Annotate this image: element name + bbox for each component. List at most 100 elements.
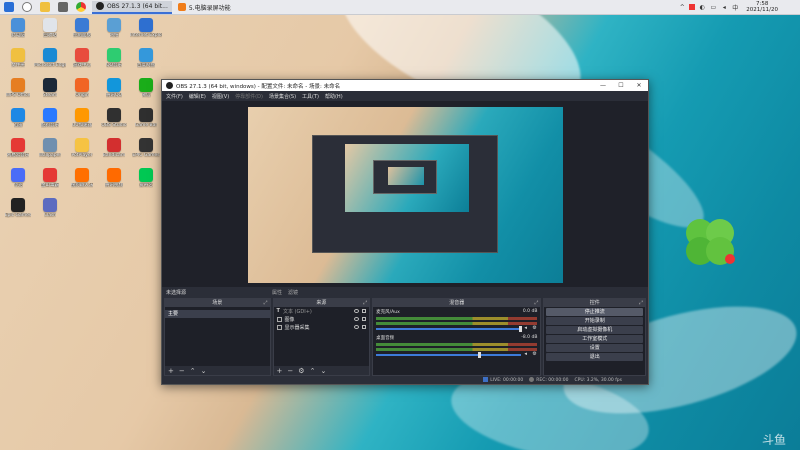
settings-icon[interactable] [54, 0, 72, 15]
lock-icon[interactable] [362, 309, 367, 313]
maximize-button[interactable]: ☐ [612, 82, 630, 89]
volume-icon[interactable]: ◂ [720, 3, 728, 11]
desktop-icon[interactable]: 控制面板 [66, 18, 98, 38]
visibility-icon[interactable] [354, 309, 360, 313]
menu-help[interactable]: 帮助(H) [325, 93, 343, 100]
desktop-icon[interactable]: Origin [66, 78, 98, 98]
desktop-icon[interactable]: Game Bar [130, 108, 162, 128]
mixer-1-knob[interactable] [477, 351, 481, 358]
desktop-icon[interactable]: 腾讯QQ [98, 78, 130, 98]
taskbar-task-obs[interactable]: OBS 27.1.3 (64 bit... [92, 0, 172, 14]
source-item-display[interactable]: 显示器采集 [274, 323, 370, 331]
desktop-icon[interactable]: 此电脑 [2, 18, 34, 38]
desktop-icon[interactable]: OBS Studio [98, 108, 130, 128]
window-titlebar[interactable]: OBS 27.1.3 (64 bit, windows) - 配置文件: 未命名… [162, 80, 648, 91]
desktop-icon[interactable]: 酷狗音乐 [34, 108, 66, 128]
desktop-icon[interactable]: 爱奇艺 [130, 168, 162, 188]
desktop-icon-label: Internet Explorer [130, 33, 162, 38]
chevron-up-icon[interactable]: ^ [678, 3, 686, 11]
preview-area[interactable] [162, 101, 648, 287]
desktop-icon[interactable]: WPS Office [2, 78, 34, 98]
tray-app-icon[interactable]: ◐ [698, 3, 706, 11]
gear-icon[interactable]: ⚙ [532, 352, 537, 357]
desktop-icon[interactable]: 迅雷 [2, 108, 34, 128]
move-down-icon[interactable]: ⌄ [201, 367, 207, 375]
source-item-image[interactable]: 图像 [274, 315, 370, 323]
remove-icon[interactable]: − [287, 367, 293, 375]
settings-button[interactable]: 设置 [546, 344, 643, 352]
desktop-icon[interactable]: Wallpaper [34, 138, 66, 158]
speaker-icon[interactable]: ◂ [524, 326, 529, 331]
filters-button[interactable]: 滤镜 [288, 289, 298, 296]
move-down-icon[interactable]: ⌄ [320, 367, 326, 375]
desktop-icon[interactable]: EPIC Games [130, 138, 162, 158]
desktop-icon-label: 迅雷 [13, 123, 23, 128]
network-icon[interactable]: ▭ [709, 3, 717, 11]
menu-edit[interactable]: 编辑(E) [189, 93, 206, 100]
desktop-icon[interactable]: Epic Games [2, 198, 34, 218]
desktop-icon[interactable]: 腾讯视频 [98, 168, 130, 188]
minimize-button[interactable]: — [594, 82, 612, 89]
add-icon[interactable]: + [168, 367, 174, 375]
status-bar: LIVE: 00:00:00 REC: 00:00:00 CPU: 3.2%, … [162, 376, 648, 384]
stop-streaming-button[interactable]: 停止推流 [546, 308, 643, 316]
desktop-icon[interactable]: Internet Explorer [130, 18, 162, 38]
menu-scene-collection[interactable]: 场景集合(S) [269, 93, 296, 100]
gear-icon[interactable]: ⚙ [532, 326, 537, 331]
tray-app-icon[interactable] [689, 4, 696, 10]
desktop-icon[interactable]: Steam [34, 78, 66, 98]
move-up-icon[interactable]: ⌃ [310, 367, 316, 375]
visibility-icon[interactable] [354, 325, 360, 329]
volume-slider[interactable] [376, 351, 522, 358]
desktop-icon[interactable]: 游戏中心 [66, 48, 98, 68]
desktop-icon[interactable]: Clash [34, 198, 66, 218]
desktop-icon[interactable]: PotPlayer [66, 138, 98, 158]
close-button[interactable]: ✕ [630, 82, 648, 89]
desktop-icon[interactable]: QQ音乐 [98, 48, 130, 68]
remove-icon[interactable]: − [179, 367, 185, 375]
move-up-icon[interactable]: ⌃ [190, 367, 196, 375]
start-icon[interactable] [0, 0, 18, 15]
folder-icon[interactable] [36, 0, 54, 15]
desktop-icon[interactable]: 微信 [130, 78, 162, 98]
desktop-icon-label: 此电脑 [11, 33, 25, 38]
start-recording-button[interactable]: 开始录制 [546, 317, 643, 325]
add-icon[interactable]: + [277, 367, 283, 375]
desktop-icon[interactable]: 搜狗输入法 [66, 168, 98, 188]
lock-icon[interactable] [362, 325, 367, 329]
clock[interactable]: 7:58 2021/11/20 [746, 1, 778, 13]
menu-tools[interactable]: 工具(T) [302, 93, 319, 100]
menu-view[interactable]: 视图(V) [212, 93, 229, 100]
studio-mode-button[interactable]: 工作室模式 [546, 335, 643, 343]
desktop-icon[interactable]: 百度网盘 [130, 48, 162, 68]
desktop-icon[interactable]: UU加速器 [66, 108, 98, 128]
start-virtual-camera-button[interactable]: 启动虚拟摄像机 [546, 326, 643, 334]
desktop-icon[interactable]: 网络 [98, 18, 130, 38]
scene-item[interactable]: 主要 [165, 310, 270, 318]
mixer-0-knob[interactable] [518, 325, 522, 332]
menu-file[interactable]: 文件(F) [166, 93, 183, 100]
visibility-icon[interactable] [354, 317, 360, 321]
preview-canvas[interactable] [248, 107, 563, 283]
volume-slider[interactable] [376, 325, 522, 332]
lock-icon[interactable] [362, 317, 367, 321]
chrome-icon[interactable] [72, 0, 90, 15]
menu-docks[interactable]: 停靠部件(D) [235, 93, 263, 100]
properties-button[interactable]: 属性 [272, 289, 282, 296]
clover-widget-icon[interactable] [680, 213, 740, 273]
source-item-text[interactable]: T 文本 (GDI+) [274, 307, 370, 315]
gear-icon[interactable]: ⚙ [298, 367, 304, 375]
taskbar-task-recording[interactable]: 5.电脑录屏功能 [174, 1, 235, 14]
desktop-icon[interactable]: 文件夹 [2, 48, 34, 68]
desktop-icon[interactable]: Bandicam [98, 138, 130, 158]
desktop-icon[interactable]: Microsoft Edge [34, 48, 66, 68]
menu-bar: 文件(F) 编辑(E) 视图(V) 停靠部件(D) 场景集合(S) 工具(T) … [162, 91, 648, 101]
desktop-icon[interactable]: 网易云音乐 [2, 138, 34, 158]
search-icon[interactable] [18, 0, 36, 15]
desktop-icon[interactable]: 回收站 [34, 18, 66, 38]
ime-icon[interactable]: 中 [731, 3, 739, 12]
speaker-icon[interactable]: ◂ [524, 352, 529, 357]
desktop-icon[interactable]: 金山毒霸 [34, 168, 66, 188]
desktop-icon[interactable]: 夸克 [2, 168, 34, 188]
exit-button[interactable]: 退出 [546, 353, 643, 361]
